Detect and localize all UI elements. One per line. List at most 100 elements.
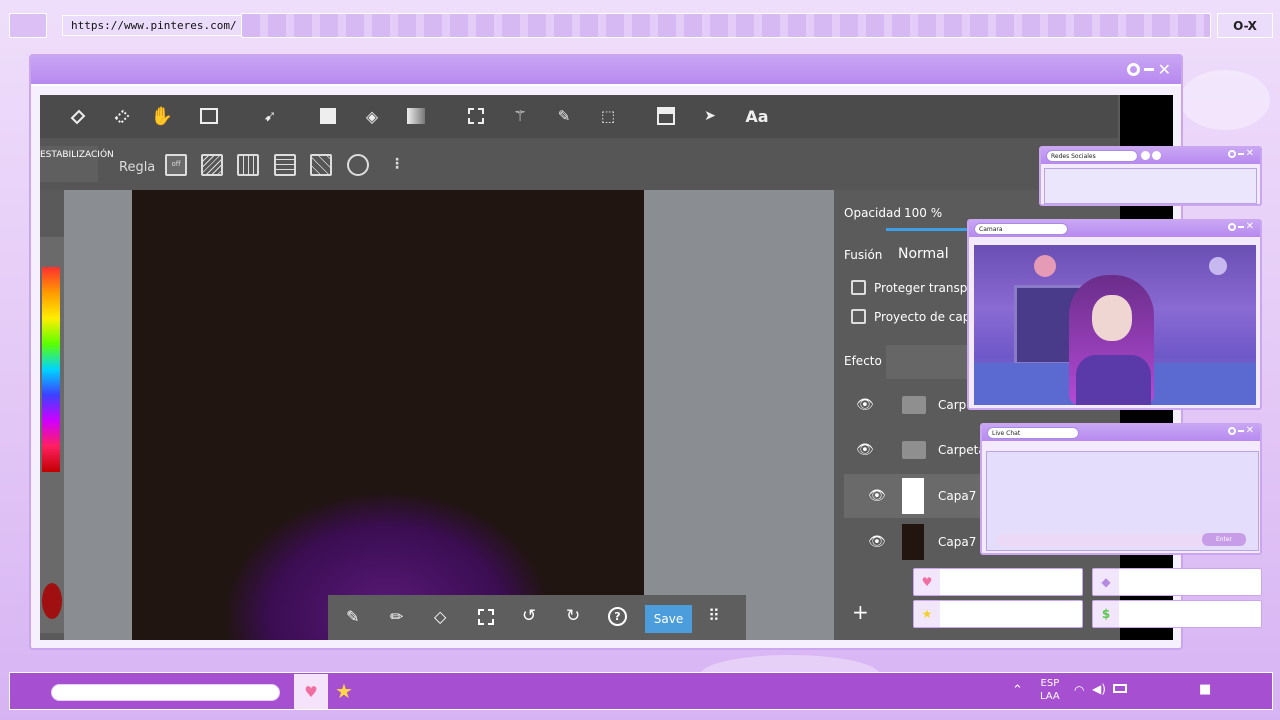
blend-mode-select[interactable]: Normal [898,246,949,262]
heart-icon: ♥ [914,569,940,595]
ruler-off-button[interactable]: off [165,154,187,176]
sparkle-strip [241,13,1211,38]
minimize-icon[interactable] [1237,153,1244,155]
drawing-canvas[interactable] [132,190,644,640]
select-eraser-icon[interactable]: ⬚ [596,104,620,128]
wifi-icon[interactable]: ◠ [1074,683,1084,697]
alert-slot: ◆ [1092,568,1262,596]
layer-name: Capa7 [938,535,977,549]
eraser-quick-icon[interactable]: ◇ [434,607,446,626]
effect-label: Efecto [844,354,882,368]
heart-icon[interactable]: ♥ [294,674,328,709]
protect-alpha-checkbox[interactable] [851,280,866,295]
stabilization-label: ESTABILIZACIÓN [40,150,114,160]
fill-color-icon[interactable] [316,104,340,128]
close-icon[interactable]: ✕ [1246,222,1254,232]
rectangle-select-icon[interactable] [197,104,221,128]
chat-widget: Live Chat ✕ Enter [980,423,1262,555]
dollar-icon: $ [1093,601,1119,627]
volume-icon[interactable]: ◀) [1092,682,1106,696]
close-icon[interactable]: ✕ [1158,61,1171,77]
back-icon[interactable] [1141,151,1150,160]
concentric-ruler-icon[interactable] [347,154,369,176]
layer-split-icon[interactable] [654,104,678,128]
minimize-icon[interactable] [1237,226,1244,228]
gradient-icon[interactable] [404,104,428,128]
visibility-eye-icon[interactable]: 👁 [868,534,886,550]
blend-label: Fusión [844,248,883,262]
camera-widget-controls: ✕ [1227,222,1254,232]
maximize-icon[interactable] [1227,150,1236,158]
main-toolbar: ✋ ➹ ◈ ⚚ ✎ ⬚ ➤ Aa [40,95,1118,138]
color-panel [40,237,64,633]
browser-bar: https://www.pinteres.com/ O-X [9,13,1273,38]
avatar-face [1092,295,1132,341]
close-icon[interactable]: ✕ [1246,426,1254,436]
cloud-decoration [1180,70,1270,130]
alert-slot: $ [1092,600,1262,628]
text-tool[interactable]: Aa [742,104,772,128]
canvas-area [64,190,834,640]
maximize-icon[interactable] [1227,223,1236,231]
folder-icon [902,441,926,459]
redo-icon[interactable]: ↻ [566,606,580,626]
camera-feed [974,245,1256,405]
folder-icon [902,396,926,414]
browser-tab-icon[interactable] [9,13,47,38]
minimize-icon[interactable] [1237,430,1244,432]
taskbar-search[interactable] [51,684,280,701]
clip-checkbox[interactable] [851,309,866,324]
bucket-icon[interactable]: ◈ [360,104,384,128]
social-widget-titlebar: Redes Sociales ✕ [1041,148,1260,164]
language-indicator[interactable]: ESP LAA [1040,677,1060,703]
grid-ruler-icon[interactable] [237,154,259,176]
more-options-icon[interactable]: ⋮ [390,156,404,172]
eraser-icon[interactable] [66,104,90,128]
battery-icon[interactable] [1113,684,1127,693]
hand-icon[interactable]: ✋ [150,104,174,128]
forward-icon[interactable] [1152,151,1161,160]
pointer-icon[interactable]: ➤ [698,104,722,128]
maximize-icon[interactable] [1227,427,1236,435]
url-field[interactable]: https://www.pinteres.com/ [62,15,245,36]
add-layer-icon[interactable]: + [852,600,869,624]
stabilization-button[interactable]: ESTABILIZACIÓN [40,146,114,182]
diagonal-ruler-icon[interactable] [310,154,332,176]
main-window-controls: ✕ [1126,61,1171,77]
help-icon[interactable]: ? [608,607,627,626]
visibility-eye-icon[interactable]: 👁 [856,442,874,458]
perspective-ruler-icon[interactable] [274,154,296,176]
opacity-value[interactable]: 100 % [904,206,942,220]
notification-icon[interactable]: ■ [1199,682,1211,697]
chevron-up-icon[interactable]: ⌃ [1012,683,1023,698]
planet-decoration [1209,257,1227,275]
chat-widget-titlebar: Live Chat ✕ [982,425,1260,441]
parallel-ruler-icon[interactable] [201,154,223,176]
ruler-label: Regla [119,160,156,175]
magic-wand-icon[interactable]: ⚚ [508,104,532,128]
chat-enter-button[interactable]: Enter [1202,533,1246,546]
ruler-toolbar: ESTABILIZACIÓN Regla off ⋮ [40,138,1118,190]
eyedropper-icon[interactable]: ✎ [346,607,359,626]
select-icon[interactable] [464,104,488,128]
maximize-icon[interactable] [1126,63,1140,76]
move-icon[interactable]: ➹ [258,104,282,128]
minimize-icon[interactable] [1143,68,1154,71]
star-icon[interactable]: ★ [335,679,353,703]
close-icon[interactable]: ✕ [1246,149,1254,159]
grid-menu-icon[interactable]: ⠿ [708,606,720,625]
main-window-titlebar: ✕ [31,56,1181,86]
visibility-eye-icon[interactable]: 👁 [868,488,886,504]
chat-widget-controls: ✕ [1227,426,1254,436]
visibility-eye-icon[interactable]: 👁 [856,397,874,413]
select-pen-icon[interactable]: ✎ [552,104,576,128]
deselect-icon[interactable] [478,609,494,625]
browser-window-controls[interactable]: O-X [1217,13,1273,38]
language-bottom: LAA [1040,691,1060,702]
save-button[interactable]: Save [645,605,692,633]
undo-icon[interactable]: ↺ [522,606,536,626]
pen-icon[interactable]: ✏ [390,607,403,626]
current-color-swatch[interactable] [42,583,62,619]
blur-eraser-icon[interactable] [110,104,134,128]
color-spectrum[interactable] [42,267,60,472]
